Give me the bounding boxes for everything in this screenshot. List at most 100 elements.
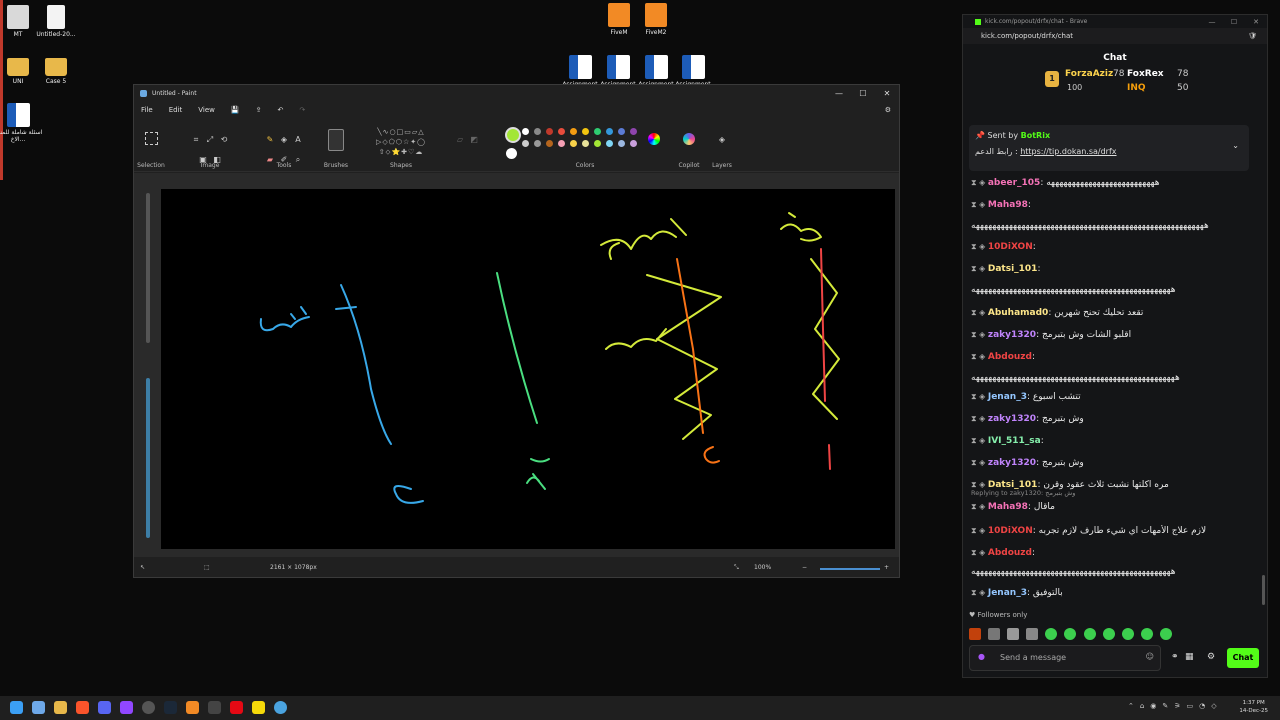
zoom-in-icon[interactable]: + xyxy=(884,564,889,571)
color-swatch[interactable] xyxy=(630,140,637,147)
emote-icon[interactable] xyxy=(1064,628,1077,640)
chat-username[interactable]: IVI_511_sa xyxy=(988,436,1041,446)
netflix-icon[interactable] xyxy=(230,701,243,714)
maximize-button[interactable]: ☐ xyxy=(851,89,875,98)
support-link[interactable]: https://tip.dokan.sa/drfx xyxy=(1020,147,1116,156)
chat-message[interactable]: هههههههههههههههههههههههههههههههههههههههه… xyxy=(971,221,1261,232)
chat-message[interactable]: ⧗ ◈ abeer_105: ههههههههههههههههههههههههه… xyxy=(971,177,1261,189)
text-icon[interactable]: A xyxy=(293,135,303,145)
desktop-icon-fivem2[interactable]: FiveM2 xyxy=(628,3,684,36)
color-swatch[interactable] xyxy=(582,128,589,135)
chat-message[interactable]: ⧗ ◈ Abdouzd: xyxy=(971,351,1261,363)
chat-message[interactable]: ⧗ ◈ Maha98: ماقال xyxy=(971,501,1261,513)
chat-message[interactable]: هههههههههههههههههههههههههههههههههههههههه… xyxy=(971,373,1261,384)
chat-message[interactable]: ⧗ ◈ Abuhamad0: تقعد تحليك تحنح شهرين xyxy=(971,307,1261,319)
chat-send-button[interactable]: Chat xyxy=(1227,648,1259,668)
chevron-down-icon[interactable]: ⌄ xyxy=(1232,141,1239,150)
minimize-button[interactable]: — xyxy=(827,89,851,98)
emote-icon[interactable] xyxy=(988,628,1001,640)
github-icon[interactable] xyxy=(142,701,155,714)
chat-message[interactable]: ⧗ ◈ IVI_511_sa: xyxy=(971,435,1261,447)
chat-username[interactable]: Maha98 xyxy=(988,200,1028,210)
chat-message[interactable]: ⧗ ◈ Datsi_101: xyxy=(971,263,1261,275)
chat-message[interactable]: ⧗ ◈ Jenan_3: تتشب اسبوع xyxy=(971,391,1261,403)
color-swatch[interactable] xyxy=(618,140,625,147)
close-button[interactable]: ✕ xyxy=(875,89,899,98)
color-swatch[interactable] xyxy=(558,128,565,135)
shapes-gallery[interactable]: ╲∿○□▭▱△ ▷◇⬠⬡☆✦◯ ⇧⬦⭐✚♡☁ xyxy=(360,127,442,157)
maximize-button[interactable]: ☐ xyxy=(1223,18,1245,26)
rotate-icon[interactable]: ⟲ xyxy=(219,135,229,145)
undo-icon[interactable]: ↶ xyxy=(278,106,284,114)
zoom-slider[interactable] xyxy=(820,568,880,570)
desktop-icon-case5[interactable]: Case 5 xyxy=(28,54,84,85)
emote-icon[interactable] xyxy=(1140,628,1153,640)
app-icon[interactable] xyxy=(208,701,221,714)
tip-icon[interactable]: ⚭ xyxy=(1171,652,1179,662)
pinned-message[interactable]: 📌 Sent by BotRix رابط الدعم : https://ti… xyxy=(969,125,1249,171)
color-swatch[interactable] xyxy=(606,128,613,135)
brave-icon[interactable] xyxy=(76,701,89,714)
emote-icon[interactable] xyxy=(1159,628,1172,640)
message-input[interactable]: ● Send a message ☺ xyxy=(969,645,1161,671)
chat-username[interactable]: Abdouzd xyxy=(988,352,1032,362)
brush-icon[interactable] xyxy=(328,129,344,151)
chat-username[interactable]: Abuhamad0 xyxy=(988,308,1048,318)
resize-icon[interactable]: ⤢ xyxy=(205,135,215,145)
chat-username[interactable]: zaky1320 xyxy=(988,414,1036,424)
brush-size-slider[interactable] xyxy=(146,193,150,343)
chat-message[interactable]: ⧗ ◈ zaky1320: اقلبو الشات وش بتبرمج xyxy=(971,329,1261,341)
start-icon[interactable] xyxy=(10,701,23,714)
color-swatch[interactable] xyxy=(534,128,541,135)
chat-message[interactable]: هههههههههههههههههههههههههههههههههههههههه… xyxy=(971,285,1261,296)
emoji-icon[interactable]: ☺ xyxy=(1146,652,1154,661)
emote-icon[interactable] xyxy=(969,628,981,640)
pencil-icon[interactable]: ✎ xyxy=(265,135,275,145)
color-swatch[interactable] xyxy=(546,128,553,135)
color-swatch[interactable] xyxy=(570,128,577,135)
fit-icon[interactable]: ⤡ xyxy=(734,564,739,572)
sticky-notes-icon[interactable] xyxy=(252,701,265,714)
chat-username[interactable]: Datsi_101 xyxy=(988,264,1038,274)
emote-icon[interactable] xyxy=(1121,628,1134,640)
fivem-icon[interactable] xyxy=(186,701,199,714)
color-swatch[interactable] xyxy=(546,140,553,147)
menu-edit[interactable]: Edit xyxy=(169,106,183,114)
emote-icon[interactable] xyxy=(1007,628,1020,640)
selection-tool-icon[interactable] xyxy=(144,132,158,145)
fill-style-icon[interactable]: ◩ xyxy=(469,135,479,145)
desktop-icon-word-doc[interactable]: اسئلة شاملة للمنهج الاخ... xyxy=(0,103,46,143)
zoom-select[interactable]: 100% xyxy=(754,564,771,571)
emote-icon[interactable] xyxy=(1102,628,1115,640)
zoom-out-icon[interactable]: − xyxy=(802,564,807,571)
chat-username[interactable]: Abdouzd xyxy=(988,548,1032,558)
chat-message[interactable]: ⧗ ◈ zaky1320: وش بتبرمج xyxy=(971,413,1261,425)
crop-icon[interactable]: ⌗ xyxy=(191,135,201,145)
chat-message[interactable]: ⧗ ◈ Jenan_3: بالتوفيق xyxy=(971,587,1261,599)
address-bar[interactable]: kick.com/popout/drfx/chat 🛡 xyxy=(963,28,1267,44)
file-explorer-icon[interactable] xyxy=(54,701,67,714)
share-icon[interactable]: ⇪ xyxy=(256,106,262,114)
color-swatch[interactable] xyxy=(534,140,541,147)
color-swatch[interactable] xyxy=(618,128,625,135)
chat-username[interactable]: 10DiXON xyxy=(988,526,1033,536)
chat-message[interactable]: ⧗ ◈ zaky1320: وش بتبرمج xyxy=(971,457,1261,469)
store-icon[interactable]: ▦ xyxy=(1185,652,1194,662)
discord-icon[interactable] xyxy=(98,701,111,714)
color-swatch[interactable] xyxy=(594,140,601,147)
emote-icon[interactable] xyxy=(1045,628,1058,640)
color-swatch[interactable] xyxy=(522,140,529,147)
secondary-color[interactable] xyxy=(506,148,517,159)
emote-icon[interactable] xyxy=(1026,628,1039,640)
emote-icon[interactable] xyxy=(1083,628,1096,640)
chat-username[interactable]: 10DiXON xyxy=(988,242,1033,252)
color-swatch[interactable] xyxy=(570,140,577,147)
opacity-slider[interactable] xyxy=(146,378,150,538)
outline-icon[interactable]: ▱ xyxy=(455,135,465,145)
chat-scrollbar[interactable] xyxy=(1262,575,1265,605)
chat-username[interactable]: abeer_105 xyxy=(988,178,1040,188)
layers-icon[interactable]: ◈ xyxy=(717,135,727,145)
chat-message[interactable]: ⧗ ◈ Abdouzd: xyxy=(971,547,1261,559)
settings-icon[interactable]: ⚙ xyxy=(1207,652,1215,662)
brave-shield-icon[interactable]: 🛡 xyxy=(1248,32,1257,40)
